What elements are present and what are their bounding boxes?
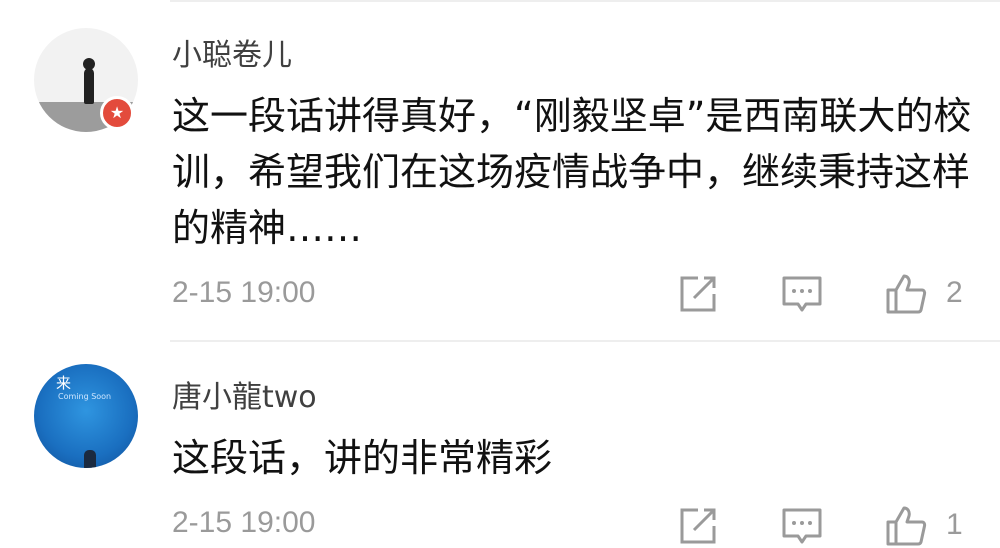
- comment-timestamp: 2-15 19:00: [172, 276, 316, 309]
- avatar-sign-text: 来: [56, 374, 74, 392]
- share-icon: [680, 508, 716, 544]
- share-icon: [680, 276, 716, 312]
- thumbs-up-icon: [886, 506, 927, 546]
- comment-username[interactable]: 唐小龍two: [172, 372, 317, 416]
- comment-timestamp: 2-15 19:00: [172, 506, 316, 539]
- comment-icon: [782, 508, 822, 544]
- avatar-person: [84, 450, 96, 468]
- thumbs-up-icon: [886, 274, 927, 314]
- comment-username[interactable]: 小聪卷儿: [172, 30, 292, 74]
- comment-text: 这一段话讲得真好，“刚毅坚卓”是西南联大的校训，希望我们在这场疫情战争中，继续秉…: [172, 94, 972, 250]
- like-button[interactable]: 2: [884, 272, 974, 316]
- reply-button[interactable]: [780, 272, 824, 316]
- like-count: 1: [946, 508, 963, 541]
- avatar-figure: [84, 68, 94, 104]
- star-badge-icon: ★: [100, 96, 134, 130]
- reply-button[interactable]: [780, 504, 824, 548]
- share-button[interactable]: [676, 504, 720, 548]
- user-avatar[interactable]: 来 Coming Soon: [34, 364, 138, 468]
- avatar-sign-subtext: Coming Soon: [58, 392, 112, 401]
- comment-item: ★ 小聪卷儿 这一段话讲得真好，“刚毅坚卓”是西南联大的校训，希望我们在这场疫情…: [0, 0, 1000, 340]
- comment-icon: [782, 276, 822, 312]
- share-button[interactable]: [676, 272, 720, 316]
- like-count: 2: [946, 276, 963, 309]
- comment-text: 这段话，讲的非常精彩: [172, 436, 553, 480]
- like-button[interactable]: 1: [884, 504, 974, 548]
- comment-item: 来 Coming Soon 唐小龍two 这段话，讲的非常精彩 2-15 19:…: [0, 342, 1000, 546]
